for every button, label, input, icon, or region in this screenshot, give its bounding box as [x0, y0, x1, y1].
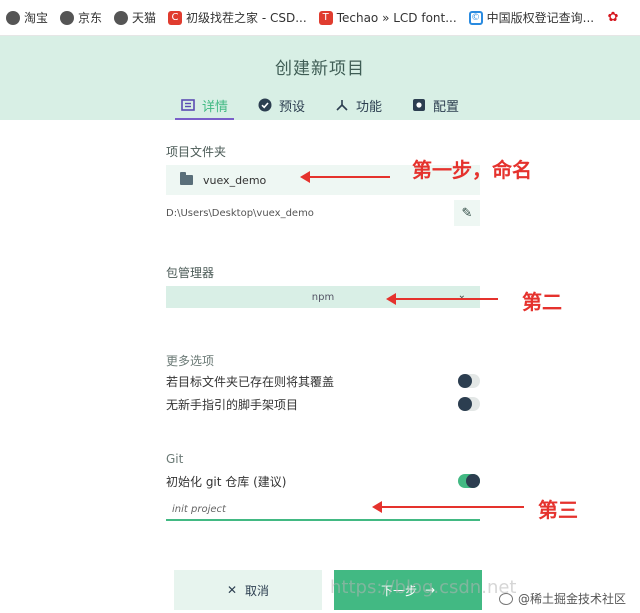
csdn-icon: C: [168, 10, 183, 25]
bookmark-label: 淘宝: [24, 11, 49, 25]
bookmark-csdn[interactable]: C 初级找茬之家 - CSD...: [162, 9, 313, 26]
git-init-row: 初始化 git 仓库 (建议): [166, 471, 480, 491]
bookmark-label: Techao » LCD font...: [336, 10, 457, 25]
bookmark-label: 中国版权登记查询...: [486, 11, 595, 25]
package-manager-label: 包管理器: [166, 266, 215, 280]
git-init-label: 初始化 git 仓库 (建议): [166, 474, 287, 489]
bookmark-huawei[interactable]: ✿: [600, 10, 626, 25]
techao-icon: T: [318, 10, 333, 25]
folder-icon: [180, 172, 193, 185]
tab-config[interactable]: 配置: [406, 90, 465, 120]
no-guide-label: 无新手指引的脚手架项目: [166, 397, 299, 412]
more-options-title: 更多选项: [166, 354, 215, 368]
bookmark-label: 京东: [78, 11, 103, 25]
watermark: https://blog.csdn.net: [330, 577, 517, 598]
tab-label: 预设: [278, 99, 305, 115]
bookmarks-bar: 淘宝 京东 天猫 C 初级找茬之家 - CSD... T Techao » LC…: [0, 0, 640, 36]
globe-icon: [6, 10, 20, 25]
globe-icon: [114, 10, 129, 25]
pencil-icon: ✎: [461, 205, 473, 221]
package-manager-value: npm: [311, 291, 335, 303]
copyright-icon: ©: [468, 10, 483, 25]
annotation-arrow-1: [300, 171, 390, 183]
globe-icon: [60, 10, 75, 25]
tab-features[interactable]: 功能: [329, 90, 388, 120]
commit-message-input[interactable]: init project: [166, 499, 480, 521]
bookmark-tmall[interactable]: 天猫: [108, 9, 162, 26]
cancel-button[interactable]: ✕ 取消: [174, 570, 322, 610]
package-manager-select[interactable]: npm ⌄: [166, 286, 480, 308]
edit-path-button[interactable]: ✎: [454, 200, 480, 226]
huawei-icon: ✿: [607, 10, 619, 25]
details-icon: [181, 99, 195, 111]
git-title: Git: [166, 452, 184, 466]
tab-label: 功能: [356, 99, 383, 115]
no-guide-row: 无新手指引的脚手架项目: [166, 394, 480, 414]
annotation-arrow-3: [372, 501, 524, 513]
juejin-icon: [498, 592, 513, 605]
tab-presets[interactable]: 预设: [252, 90, 311, 120]
bookmark-taobao[interactable]: 淘宝: [0, 9, 54, 26]
tab-label: 详情: [201, 99, 228, 115]
bookmark-techao[interactable]: T Techao » LCD font...: [313, 10, 463, 25]
overwrite-toggle[interactable]: [458, 374, 480, 388]
check-circle-icon: [258, 98, 272, 112]
page-title: 创建新项目: [275, 59, 365, 79]
credit-label: @稀土掘金技术社区: [517, 592, 626, 606]
bookmark-label: 天猫: [132, 11, 157, 25]
tab-details[interactable]: 详情: [174, 90, 234, 120]
annotation-step1: 第一步，命名: [412, 158, 532, 182]
annotation-step2: 第二: [522, 290, 562, 314]
project-path: D:\Users\Desktop\vuex_demo: [166, 207, 314, 219]
project-name-value: vuex_demo: [203, 173, 267, 187]
credit: @稀土掘金技术社区: [498, 590, 626, 607]
annotation-step3: 第三: [538, 498, 578, 522]
tab-bar: 详情 预设 功能 配置: [0, 90, 640, 120]
config-icon: [413, 99, 426, 111]
annotation-arrow-2: [386, 293, 498, 305]
close-icon: ✕: [226, 583, 238, 597]
overwrite-label: 若目标文件夹已存在则将其覆盖: [166, 374, 335, 389]
overwrite-row: 若目标文件夹已存在则将其覆盖: [166, 371, 480, 391]
cancel-label: 取消: [245, 583, 270, 598]
git-init-toggle[interactable]: [458, 474, 480, 488]
bookmark-label: 初级找茬之家 - CSD...: [186, 11, 307, 25]
features-icon: [336, 100, 348, 111]
bookmark-copyright[interactable]: © 中国版权登记查询...: [463, 9, 600, 26]
no-guide-toggle[interactable]: [458, 397, 480, 411]
header: 创建新项目 详情 预设 功能 配置: [0, 36, 640, 120]
bookmark-jd[interactable]: 京东: [54, 9, 108, 26]
tab-label: 配置: [433, 99, 460, 115]
path-row: D:\Users\Desktop\vuex_demo ✎: [166, 200, 480, 226]
